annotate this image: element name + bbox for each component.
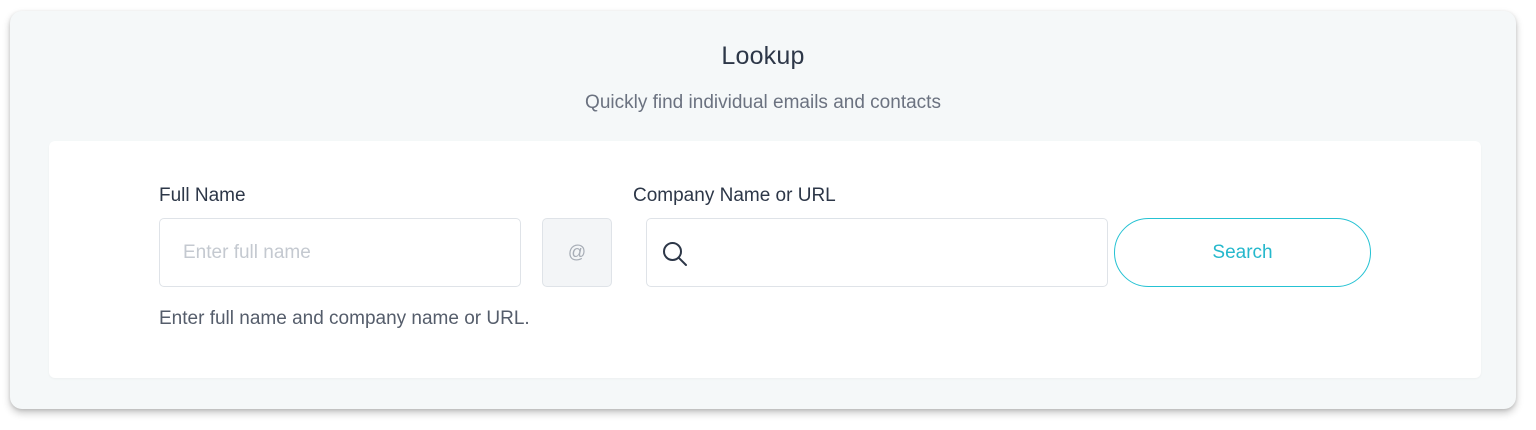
search-icon [663,242,687,266]
at-symbol-addon: @ [542,218,612,287]
page-subtitle: Quickly find individual emails and conta… [585,92,941,113]
lookup-card: Lookup Quickly find individual emails an… [10,11,1516,409]
page-title: Lookup [721,42,805,70]
search-button[interactable]: Search [1114,218,1371,287]
company-label: Company Name or URL [633,185,836,206]
help-text: Enter full name and company name or URL. [159,308,530,329]
lookup-form-panel: Full Name Company Name or URL @ Search E… [49,141,1481,378]
full-name-input[interactable] [159,218,521,287]
full-name-label: Full Name [159,185,246,206]
company-field[interactable] [646,218,1108,288]
company-input[interactable] [699,219,1103,288]
